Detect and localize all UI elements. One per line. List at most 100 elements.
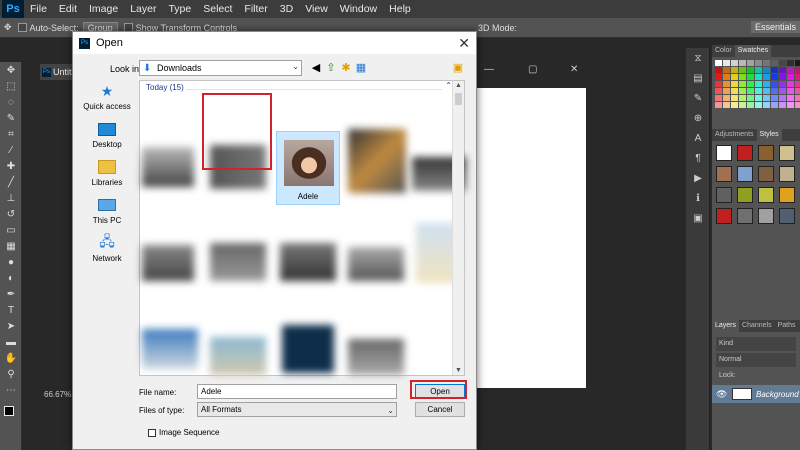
color-swatch[interactable] (763, 88, 770, 94)
stamp-tool-icon[interactable]: ⊥ (0, 190, 22, 206)
color-swatch[interactable] (779, 60, 786, 66)
quick-select-tool-icon[interactable]: ✎ (0, 110, 22, 126)
color-swatch[interactable] (747, 88, 754, 94)
color-swatch[interactable] (763, 60, 770, 66)
color-swatch[interactable] (771, 88, 778, 94)
menu-image[interactable]: Image (83, 3, 124, 15)
color-swatch[interactable] (795, 102, 800, 108)
menu-select[interactable]: Select (197, 3, 238, 15)
file-thumbnail[interactable] (348, 247, 404, 281)
file-thumbnail[interactable] (142, 329, 198, 369)
file-list[interactable]: Today (15) ⌃ Adele ▲ ▼ (139, 80, 466, 376)
color-swatch[interactable] (739, 95, 746, 101)
more-tools-icon[interactable]: ⋯ (0, 382, 22, 398)
dialog-close-button[interactable]: ✕ (458, 35, 470, 52)
color-swatch[interactable] (787, 67, 794, 73)
menu-edit[interactable]: Edit (53, 3, 83, 15)
blend-mode-dropdown[interactable]: Normal (716, 353, 796, 367)
place-quick-access[interactable]: ★ Quick access (81, 82, 133, 120)
image-sequence-option[interactable]: Image Sequence (148, 428, 220, 437)
style-preset[interactable] (758, 166, 774, 182)
color-swatch[interactable] (731, 81, 738, 87)
color-swatch[interactable] (771, 60, 778, 66)
actions-panel-icon[interactable]: ▶ (686, 168, 710, 188)
clone-source-panel-icon[interactable]: ⊕ (686, 108, 710, 128)
color-swatch[interactable] (779, 88, 786, 94)
color-swatch[interactable] (731, 67, 738, 73)
workspace-switcher[interactable]: Essentials (750, 21, 800, 33)
color-swatch[interactable] (795, 88, 800, 94)
view-menu-icon[interactable]: ▦ (354, 60, 368, 74)
color-swatch[interactable] (715, 95, 722, 101)
color-swatch[interactable] (747, 67, 754, 73)
maximize-icon[interactable]: ▢ (528, 64, 537, 75)
scroll-up-icon[interactable]: ▲ (455, 82, 462, 89)
place-network[interactable]: 🖧 Network (81, 233, 133, 272)
style-preset[interactable] (779, 145, 795, 161)
file-name-input[interactable]: Adele (197, 384, 397, 399)
color-swatch[interactable] (763, 102, 770, 108)
healing-tool-icon[interactable]: ✚ (0, 158, 22, 174)
style-preset[interactable] (758, 145, 774, 161)
file-thumbnail[interactable] (280, 243, 336, 281)
color-swatch[interactable] (715, 88, 722, 94)
color-swatch[interactable] (731, 102, 738, 108)
color-swatch[interactable] (723, 67, 730, 73)
style-preset[interactable] (737, 208, 753, 224)
color-swatch[interactable] (779, 74, 786, 80)
file-item-adele[interactable]: Adele (276, 131, 340, 205)
color-swatch[interactable] (779, 102, 786, 108)
color-swatch[interactable] (779, 67, 786, 73)
collapse-caret-icon[interactable]: ⌃ (445, 81, 452, 90)
menu-layer[interactable]: Layer (124, 3, 162, 15)
place-desktop[interactable]: Desktop (81, 120, 133, 158)
tab-adjustments[interactable]: Adjustments (712, 129, 757, 141)
style-preset[interactable] (716, 145, 732, 161)
color-swatch[interactable] (787, 60, 794, 66)
color-swatch[interactable] (787, 95, 794, 101)
layer-comps-panel-icon[interactable]: ▣ (686, 208, 710, 228)
color-swatch[interactable] (787, 102, 794, 108)
history-panel-icon[interactable]: ⧖ (686, 48, 710, 68)
color-swatch[interactable] (731, 95, 738, 101)
path-select-tool-icon[interactable]: ➤ (0, 318, 22, 334)
cancel-button[interactable]: Cancel (415, 402, 465, 417)
color-swatch[interactable] (771, 81, 778, 87)
eyedropper-tool-icon[interactable]: ⁄ (0, 142, 22, 158)
file-thumbnail[interactable] (142, 245, 194, 281)
menu-filter[interactable]: Filter (238, 3, 273, 15)
style-preset[interactable] (737, 145, 753, 161)
move-tool-icon[interactable]: ✥ (0, 62, 22, 78)
history-brush-tool-icon[interactable]: ↺ (0, 206, 22, 222)
color-swatch[interactable] (723, 102, 730, 108)
look-in-dropdown[interactable]: ⬇ Downloads ⌄ (139, 60, 302, 76)
tab-channels[interactable]: Channels (739, 320, 775, 332)
dodge-tool-icon[interactable]: ◐ (0, 270, 22, 286)
folder-preview-icon[interactable]: ▣ (451, 60, 465, 74)
color-swatch[interactable] (795, 67, 800, 73)
color-swatch[interactable] (755, 102, 762, 108)
color-swatch[interactable] (715, 81, 722, 87)
style-preset[interactable] (737, 187, 753, 203)
visibility-eye-icon[interactable]: 👁 (716, 389, 727, 400)
color-swatch[interactable] (787, 81, 794, 87)
color-swatch[interactable] (747, 95, 754, 101)
tab-layers[interactable]: Layers (712, 320, 740, 332)
color-swatch[interactable] (771, 67, 778, 73)
up-folder-icon[interactable]: ⇧ (324, 60, 338, 74)
color-swatch[interactable] (779, 81, 786, 87)
style-preset[interactable] (779, 208, 795, 224)
style-preset[interactable] (779, 187, 795, 203)
color-swatch[interactable] (739, 67, 746, 73)
close-icon[interactable]: ✕ (570, 64, 578, 75)
file-thumbnail[interactable] (210, 243, 266, 281)
eraser-tool-icon[interactable]: ▭ (0, 222, 22, 238)
color-swatch[interactable] (763, 67, 770, 73)
color-swatch[interactable] (771, 74, 778, 80)
color-swatch[interactable] (755, 67, 762, 73)
color-swatch[interactable] (755, 74, 762, 80)
type-tool-icon[interactable]: T (0, 302, 22, 318)
shape-tool-icon[interactable]: ▬ (0, 334, 22, 350)
tab-paths[interactable]: Paths (775, 320, 799, 332)
color-swatch[interactable] (715, 60, 722, 66)
